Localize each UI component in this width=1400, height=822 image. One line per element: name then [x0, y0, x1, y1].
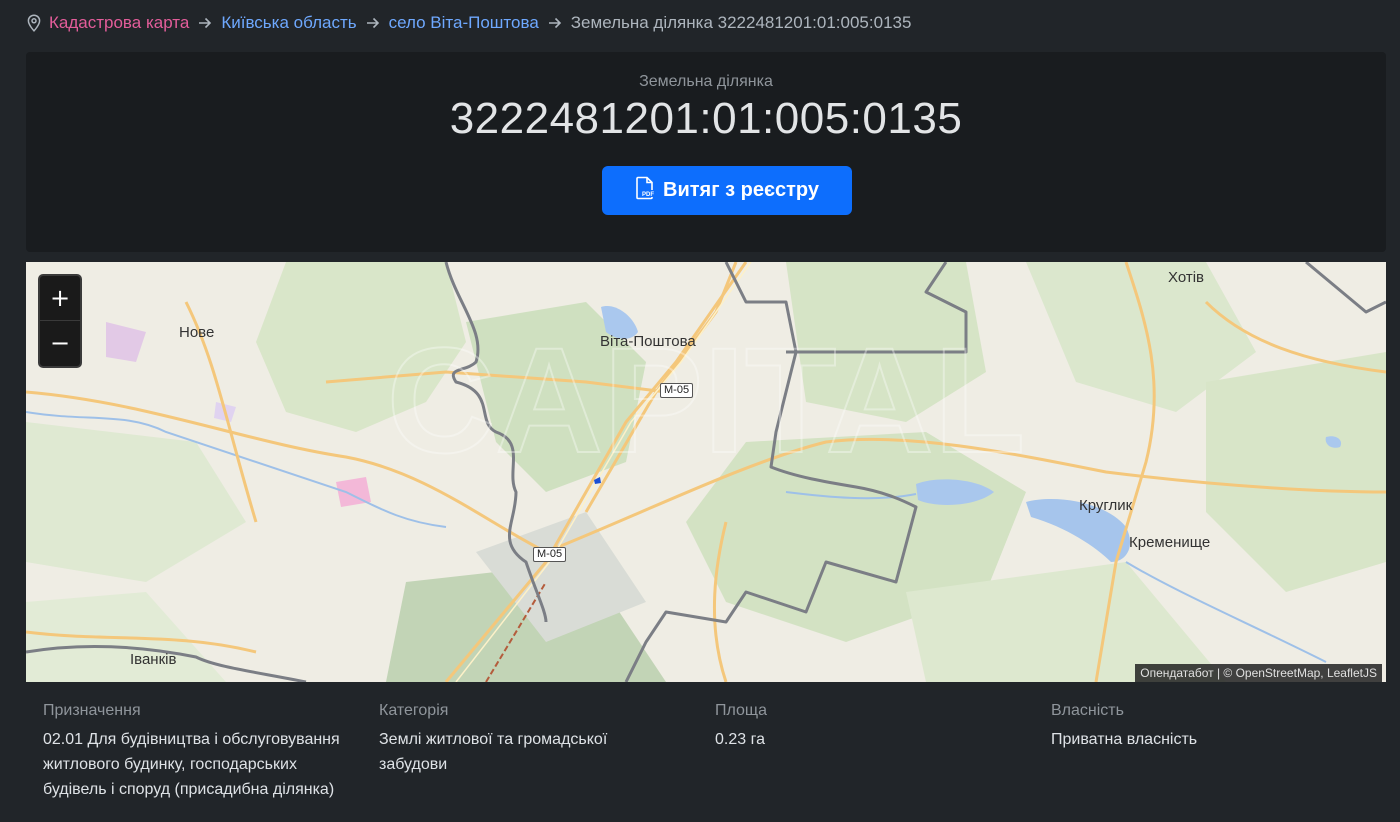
detail-purpose: Призначення 02.01 Для будівництва і обсл… — [26, 700, 346, 802]
detail-label: Призначення — [43, 702, 141, 719]
zoom-out-button[interactable]: − — [40, 321, 80, 365]
road-shield-m05: М-05 — [660, 383, 694, 398]
parcel-type-label: Земельна ділянка — [639, 73, 773, 90]
detail-label: Власність — [1051, 702, 1124, 719]
detail-value: Приватна власність — [1051, 731, 1198, 748]
breadcrumb-link-cadastral-map[interactable]: Кадастрова карта — [49, 13, 189, 33]
map-pin-icon — [26, 14, 42, 32]
place-label-nove: Нове — [179, 324, 215, 341]
zoom-control: + − — [38, 274, 82, 368]
detail-value: Землі житлової та громадської забудови — [379, 731, 608, 773]
road-shield-m05: М-05 — [533, 547, 567, 562]
arrow-right-icon — [366, 17, 380, 29]
registry-extract-label: Витяг з реєстру — [663, 179, 819, 201]
breadcrumb-link-village[interactable]: село Віта-Поштова — [389, 13, 539, 33]
detail-label: Категорія — [379, 702, 449, 719]
parcel-header: Земельна ділянка 3222481201:01:005:0135 … — [26, 52, 1386, 252]
arrow-right-icon — [548, 17, 562, 29]
breadcrumb: Кадастрова карта Київська область село В… — [26, 11, 911, 35]
detail-value: 02.01 Для будівництва і обслуговування ж… — [43, 731, 340, 798]
detail-ownership: Власність Приватна власність — [1034, 700, 1354, 752]
zoom-in-button[interactable]: + — [40, 276, 80, 321]
place-label-kruhlyk: Круглик — [1079, 497, 1133, 514]
map-attribution[interactable]: Опендатабот | © OpenStreetMap, LeafletJS — [1135, 664, 1382, 682]
registry-extract-button[interactable]: PDF Витяг з реєстру — [602, 166, 852, 215]
detail-category: Категорія Землі житлової та громадської … — [362, 700, 682, 777]
cadastral-number: 3222481201:01:005:0135 — [449, 94, 963, 143]
place-label-vita-poshtova: Віта-Поштова — [600, 333, 696, 350]
breadcrumb-link-region[interactable]: Київська область — [221, 13, 356, 33]
parcel-map[interactable]: CAPITAL Нове Віта-Поштова Хотів Круглик … — [26, 262, 1386, 682]
arrow-right-icon — [198, 17, 212, 29]
place-label-ivankiv: Іванків — [130, 651, 177, 668]
svg-text:PDF: PDF — [642, 192, 654, 198]
detail-area: Площа 0.23 га — [698, 700, 1018, 752]
detail-value: 0.23 га — [715, 731, 765, 748]
svg-text:CAPITAL: CAPITAL — [387, 316, 1026, 484]
breadcrumb-current: Земельна ділянка 3222481201:01:005:0135 — [570, 13, 912, 32]
detail-label: Площа — [715, 702, 767, 719]
place-label-khotiv: Хотів — [1168, 269, 1205, 286]
place-label-kremenyshche: Кременище — [1129, 534, 1211, 551]
map-tiles: CAPITAL — [26, 262, 1386, 682]
pdf-file-icon: PDF — [635, 176, 657, 206]
